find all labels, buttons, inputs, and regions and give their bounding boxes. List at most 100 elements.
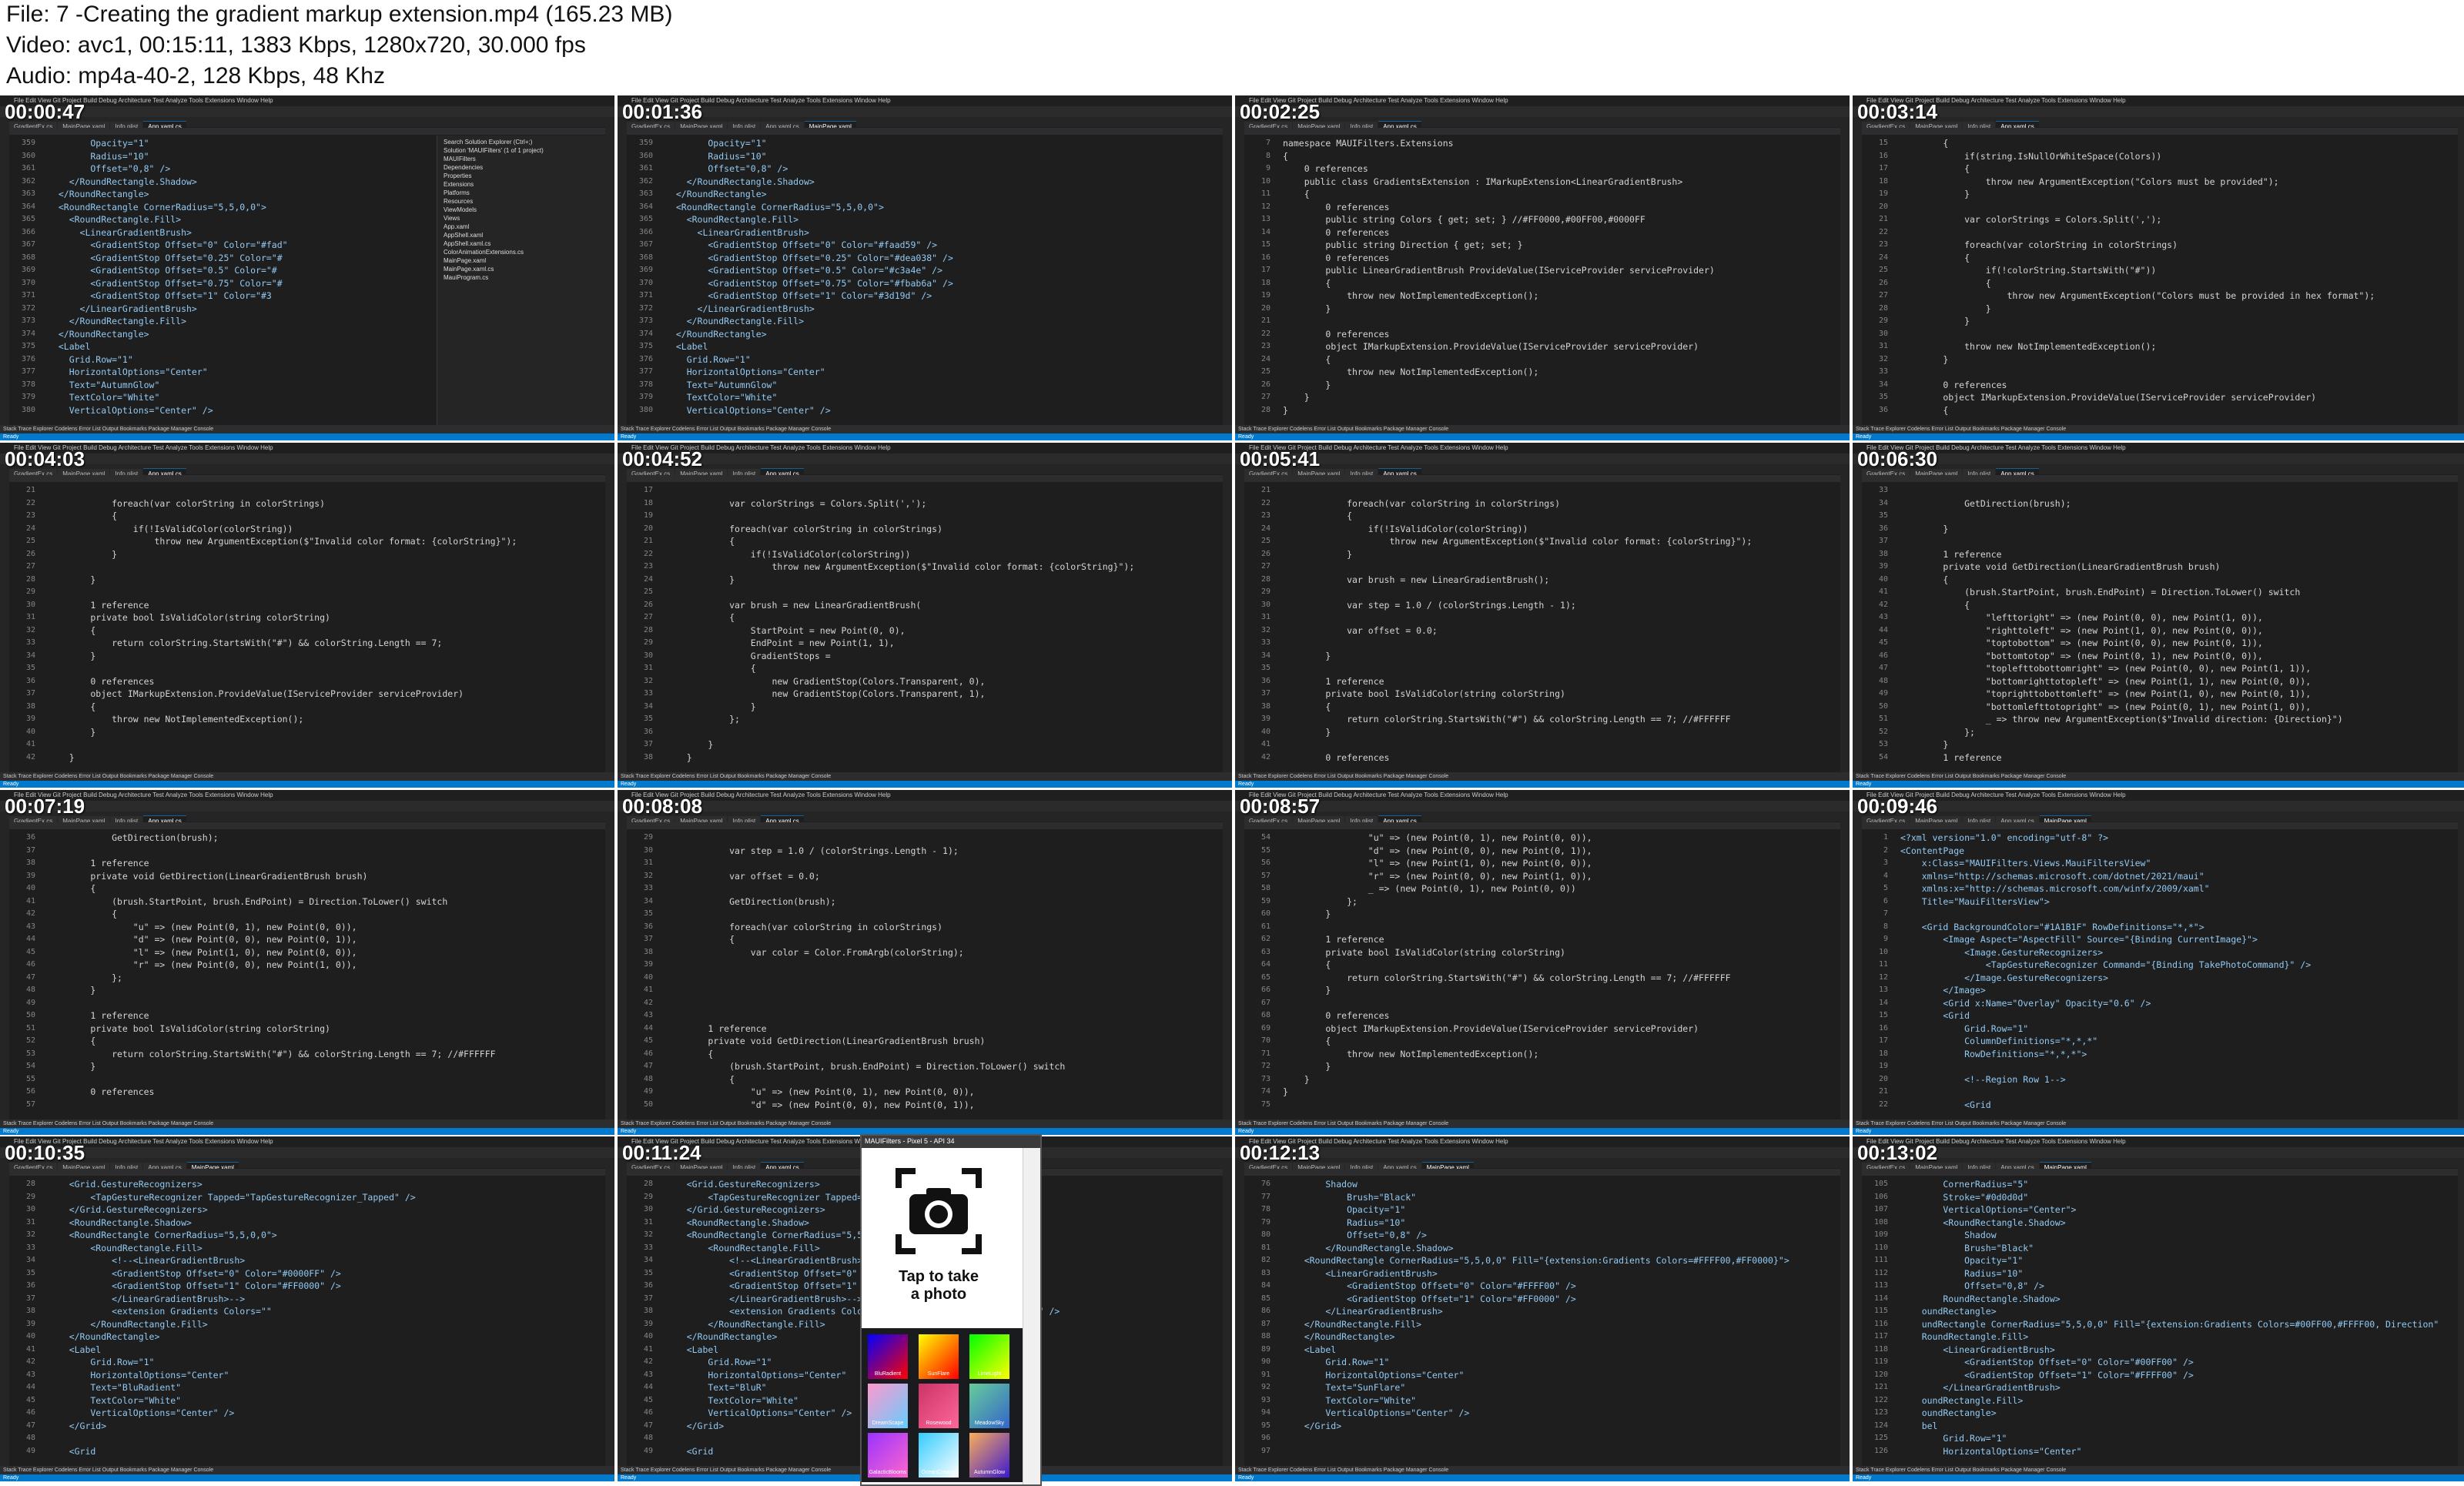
ide-toolbar[interactable] xyxy=(1235,106,1850,118)
navigation-bar[interactable] xyxy=(1862,475,2458,482)
solution-item[interactable]: ViewModels xyxy=(444,206,477,213)
left-tool-strip[interactable] xyxy=(1853,117,1862,427)
ide-toolbar[interactable] xyxy=(1235,1147,1850,1159)
bottom-tool-tabs[interactable]: Stack Trace Explorer Codelens Error List… xyxy=(1235,1120,1850,1128)
solution-item[interactable]: Search Solution Explorer (Ctrl+;) xyxy=(444,139,532,146)
left-tool-strip[interactable] xyxy=(618,1158,627,1468)
navigation-bar[interactable] xyxy=(1862,128,2458,135)
left-tool-strip[interactable] xyxy=(0,117,9,427)
right-tool-strip[interactable] xyxy=(605,1158,614,1468)
right-tool-strip[interactable] xyxy=(1223,464,1232,774)
filter-swatch[interactable]: DreamScape xyxy=(868,1384,908,1428)
bottom-tool-tabs[interactable]: Stack Trace Explorer Codelens Error List… xyxy=(1853,425,2464,433)
filter-swatch[interactable]: GalacticBlooms xyxy=(868,1433,908,1478)
ide-toolbar[interactable] xyxy=(0,453,614,465)
right-tool-strip[interactable] xyxy=(1840,117,1850,427)
right-tool-strip[interactable] xyxy=(2458,117,2464,427)
left-tool-strip[interactable] xyxy=(1235,464,1244,774)
bottom-tool-tabs[interactable]: Stack Trace Explorer Codelens Error List… xyxy=(1853,1466,2464,1474)
bottom-tool-tabs[interactable]: Stack Trace Explorer Codelens Error List… xyxy=(618,425,1232,433)
right-tool-strip[interactable] xyxy=(1840,464,1850,774)
left-tool-strip[interactable] xyxy=(618,464,627,774)
tap-to-take-photo-label[interactable]: Tap to take a photo xyxy=(862,1268,1016,1304)
code-editor[interactable]: 1 2 3 4 5 6 7 8 9 10 11 12 13 14 15 16 17 18 19 20 21 22 <?xml… xyxy=(1862,830,2458,1120)
ide-toolbar[interactable] xyxy=(0,106,614,118)
filter-swatch[interactable]: BluRadient xyxy=(868,1334,908,1379)
navigation-bar[interactable] xyxy=(1244,128,1840,135)
code-editor[interactable]: 21 22 23 24 25 26 27 28 29 30 31 32 33 34 35 36 37 38 39 40… xyxy=(1244,483,1840,772)
left-tool-strip[interactable] xyxy=(1853,464,1862,774)
left-tool-strip[interactable] xyxy=(1853,1158,1862,1468)
ide-toolbar[interactable] xyxy=(0,801,614,812)
bottom-tool-tabs[interactable]: Stack Trace Explorer Codelens Error List… xyxy=(1853,1120,2464,1128)
code-editor[interactable]: 105 106 107 108 109 110 111 112 113 114 115 116 117 1… xyxy=(1862,1176,2458,1466)
left-tool-strip[interactable] xyxy=(1235,812,1244,1121)
ide-toolbar[interactable] xyxy=(0,1147,614,1159)
solution-item[interactable]: Resources xyxy=(444,198,473,205)
filter-swatch[interactable]: OceanCreams xyxy=(919,1433,959,1478)
left-tool-strip[interactable] xyxy=(0,1158,9,1468)
navigation-bar[interactable] xyxy=(627,128,1223,135)
camera-icon[interactable] xyxy=(892,1165,985,1257)
solution-item[interactable]: AppShell.xaml xyxy=(444,232,483,239)
emulator-toolbar[interactable] xyxy=(1023,1148,1040,1484)
left-tool-strip[interactable] xyxy=(1853,812,1862,1121)
filter-swatch[interactable]: AutumnGlow xyxy=(969,1433,1009,1478)
ide-toolbar[interactable] xyxy=(618,106,1232,118)
solution-item[interactable]: MAUIFilters xyxy=(444,156,476,162)
right-tool-strip[interactable] xyxy=(1223,1158,1232,1468)
code-editor[interactable]: 28 29 30 31 32 33 34 35 36 37 38 39 40 41 42 43 44 45 46 47… xyxy=(9,1176,605,1466)
navigation-bar[interactable] xyxy=(1244,475,1840,482)
navigation-bar[interactable] xyxy=(9,1169,605,1176)
left-tool-strip[interactable] xyxy=(1235,1158,1244,1468)
right-tool-strip[interactable] xyxy=(1840,1158,1850,1468)
code-editor[interactable]: 359 360 361 362 363 364 365 366 367 368 369 370 371 3… xyxy=(627,136,1223,425)
filter-swatch[interactable]: LimeLight xyxy=(969,1334,1009,1379)
filter-swatch[interactable]: SunFlare xyxy=(919,1334,959,1379)
right-tool-strip[interactable] xyxy=(1223,812,1232,1121)
navigation-bar[interactable] xyxy=(1862,822,2458,829)
code-editor[interactable]: 17 18 19 20 21 22 23 24 25 26 27 28 29 30 31 32 33 34 35 36… xyxy=(627,483,1223,772)
solution-item[interactable]: AppShell.xaml.cs xyxy=(444,240,490,247)
solution-item[interactable]: MauiProgram.cs xyxy=(444,274,488,281)
ide-toolbar[interactable] xyxy=(1235,801,1850,812)
ide-toolbar[interactable] xyxy=(618,801,1232,812)
navigation-bar[interactable] xyxy=(1862,1169,2458,1176)
code-editor[interactable]: 76 77 78 79 80 81 82 83 84 85 86 87 88 89 90 91 92 93 94 95… xyxy=(1244,1176,1840,1466)
bottom-tool-tabs[interactable]: Stack Trace Explorer Codelens Error List… xyxy=(618,772,1232,781)
ide-toolbar[interactable] xyxy=(1853,801,2464,812)
solution-item[interactable]: Platforms xyxy=(444,189,470,196)
code-editor[interactable]: 359 360 361 362 363 364 365 366 367 368 369 370 371 3… xyxy=(9,136,436,425)
bottom-tool-tabs[interactable]: Stack Trace Explorer Codelens Error List… xyxy=(1853,772,2464,781)
left-tool-strip[interactable] xyxy=(618,117,627,427)
ide-toolbar[interactable] xyxy=(1853,1147,2464,1159)
filter-swatch[interactable]: MeadowSky xyxy=(969,1384,1009,1428)
navigation-bar[interactable] xyxy=(9,475,605,482)
solution-item[interactable]: App.xaml xyxy=(444,223,469,230)
bottom-tool-tabs[interactable]: Stack Trace Explorer Codelens Error List… xyxy=(0,425,614,433)
solution-item[interactable]: Properties xyxy=(444,172,471,179)
filter-swatch[interactable]: Rosewood xyxy=(919,1384,959,1428)
right-tool-strip[interactable] xyxy=(2458,812,2464,1121)
ide-toolbar[interactable] xyxy=(618,453,1232,465)
code-editor[interactable]: 29 30 31 32 33 34 35 36 37 38 39 40 41 42 43 44 45 46 47 48… xyxy=(627,830,1223,1120)
right-tool-strip[interactable] xyxy=(605,464,614,774)
bottom-tool-tabs[interactable]: Stack Trace Explorer Codelens Error List… xyxy=(1235,1466,1850,1474)
solution-item[interactable]: MainPage.xaml xyxy=(444,257,486,264)
ide-toolbar[interactable] xyxy=(1853,106,2464,118)
bottom-tool-tabs[interactable]: Stack Trace Explorer Codelens Error List… xyxy=(1235,425,1850,433)
ide-toolbar[interactable] xyxy=(1235,453,1850,465)
left-tool-strip[interactable] xyxy=(0,464,9,774)
bottom-tool-tabs[interactable]: Stack Trace Explorer Codelens Error List… xyxy=(0,1120,614,1128)
left-tool-strip[interactable] xyxy=(618,812,627,1121)
code-editor[interactable]: 7 8 9 10 11 12 13 14 15 16 17 18 19 20 21 22 23 24 25 26 27 2… xyxy=(1244,136,1840,425)
solution-item[interactable]: MainPage.xaml.cs xyxy=(444,266,494,273)
code-editor[interactable]: 15 16 17 18 19 20 21 22 23 24 25 26 27 28 29 30 31 32 33 34… xyxy=(1862,136,2458,425)
bottom-tool-tabs[interactable]: Stack Trace Explorer Codelens Error List… xyxy=(1235,772,1850,781)
right-tool-strip[interactable] xyxy=(605,117,614,427)
ide-toolbar[interactable] xyxy=(1853,453,2464,465)
solution-item[interactable]: Dependencies xyxy=(444,164,483,171)
left-tool-strip[interactable] xyxy=(0,812,9,1121)
navigation-bar[interactable] xyxy=(9,822,605,829)
right-tool-strip[interactable] xyxy=(1840,812,1850,1121)
